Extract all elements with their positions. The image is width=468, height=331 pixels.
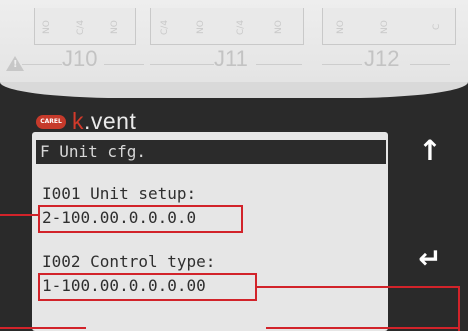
terminal-connector-strip: NO C/4 NO J10 C/4 NO C/4 NO J11 NO NO C … xyxy=(0,0,468,82)
connector-rule xyxy=(256,64,302,65)
connector-rule xyxy=(322,64,362,65)
param-label: I001 Unit setup: xyxy=(42,184,197,203)
connector-j12-pin: NO xyxy=(380,20,390,34)
param-label: I002 Control type: xyxy=(42,252,216,271)
product-name-rest: .vent xyxy=(84,108,137,134)
menu-title: F Unit cfg. xyxy=(36,140,386,164)
connector-rule xyxy=(22,64,62,65)
connector-j11-pin: NO xyxy=(274,20,284,34)
highlight-control-type xyxy=(38,273,257,301)
connector-rule xyxy=(410,64,450,65)
highlight-unit-setup xyxy=(38,205,243,233)
product-name-prefix: k xyxy=(72,108,84,134)
carel-logo: CAREL xyxy=(36,114,66,129)
connector-j11-label: J11 xyxy=(214,46,248,71)
connector-j11-pin: C/4 xyxy=(236,19,246,35)
connector-j10-pin: NO xyxy=(110,20,120,34)
enter-button[interactable]: ↵ xyxy=(412,240,448,276)
connector-j10-pin: NO xyxy=(42,20,52,34)
connector-j12-pin: NO xyxy=(336,20,346,34)
leader-line xyxy=(257,286,460,288)
leader-line xyxy=(458,286,460,331)
connector-rule xyxy=(104,64,144,65)
leader-line xyxy=(0,214,38,216)
carel-logo-text: CAREL xyxy=(40,118,62,125)
connector-j11-pin: C/4 xyxy=(160,19,170,35)
product-name: k.vent xyxy=(72,108,136,135)
connector-j10-label: J10 xyxy=(62,46,98,71)
connector-j12-pin: C xyxy=(432,23,442,31)
connector-j12-label: J12 xyxy=(364,46,400,71)
leader-line xyxy=(266,327,458,329)
connector-rule xyxy=(150,64,214,65)
connector-j11-pin: NO xyxy=(196,20,206,34)
brand: CAREL k.vent xyxy=(36,108,136,135)
controller-bezel xyxy=(0,82,468,98)
leader-line xyxy=(0,327,86,329)
up-arrow-button[interactable]: ↑ xyxy=(412,132,448,168)
connector-j10-pin: C/4 xyxy=(76,19,86,35)
